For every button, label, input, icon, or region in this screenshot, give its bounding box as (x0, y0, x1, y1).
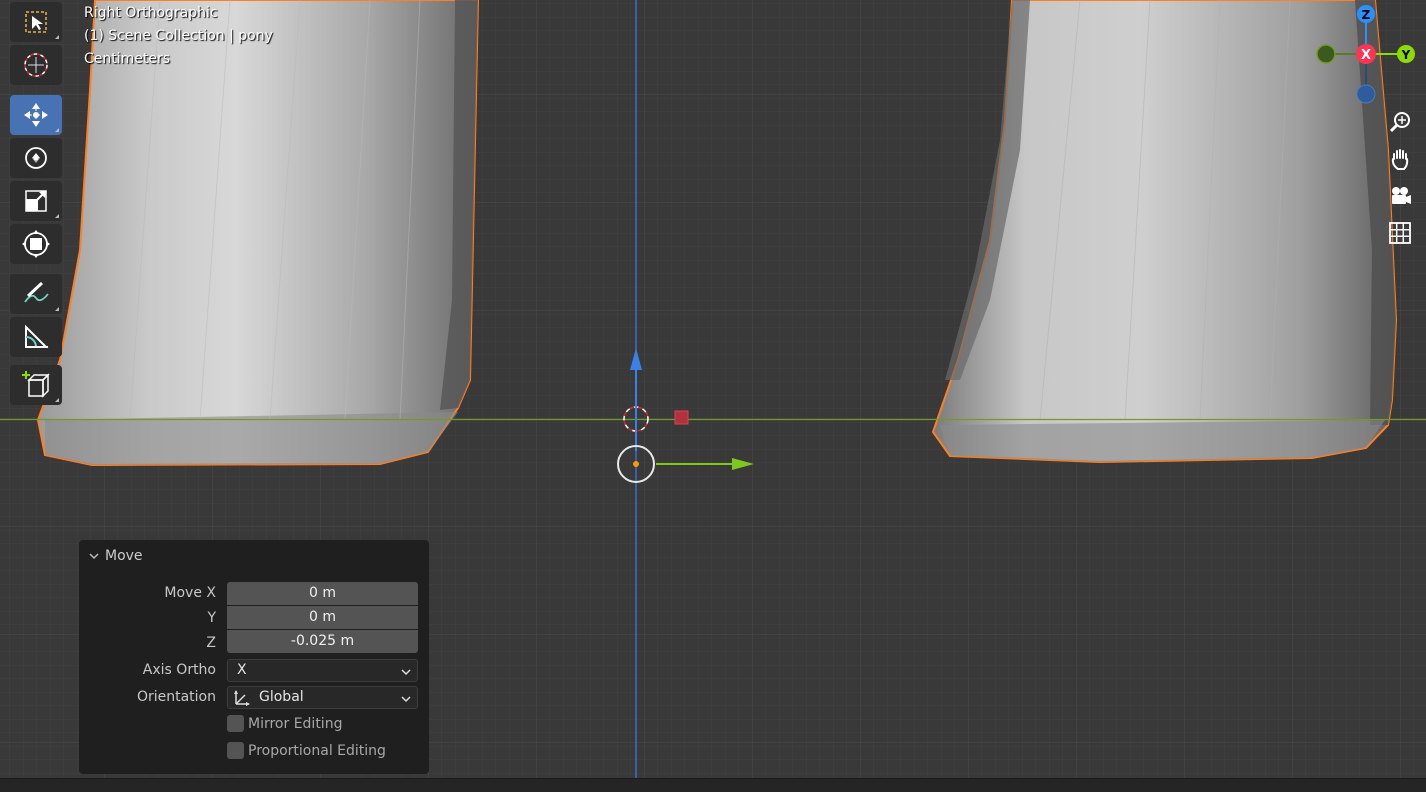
add-cube-icon (22, 371, 50, 398)
annotate-icon (24, 281, 49, 303)
ortho-toggle-button[interactable] (1384, 217, 1416, 249)
select-box-icon (25, 11, 47, 33)
y-axis-label: Y (1401, 48, 1411, 62)
orientation-axes-icon (234, 690, 250, 706)
move-icon (24, 103, 48, 127)
move-tool[interactable] (10, 95, 62, 135)
navigation-gizmo[interactable]: Z X Y (1312, 0, 1422, 110)
units-label: Centimeters (84, 51, 171, 67)
last-operator-panel: Move Move X 0 m Y 0 m Z -0.025 m Axis Or… (79, 540, 429, 774)
view-name-label: Right Orthographic (84, 5, 218, 21)
mirror-editing-label: Mirror Editing (248, 715, 343, 732)
move-z-field[interactable]: -0.025 m (227, 630, 418, 653)
orientation-select[interactable]: Global (227, 686, 418, 709)
transform-icon (22, 230, 50, 258)
neg-y-axis-handle (1316, 44, 1336, 64)
x-axis-handle: X (1356, 44, 1376, 64)
z-axis-label: Z (1362, 8, 1371, 22)
x-axis-label: X (1361, 48, 1371, 63)
status-bar (0, 778, 1426, 792)
annotate-tool[interactable] (10, 274, 62, 314)
camera-icon (1392, 187, 1411, 204)
orientation-value: Global (259, 689, 304, 705)
axis-ortho-label: Axis Ortho (142, 662, 216, 678)
measure-tool[interactable] (10, 317, 62, 357)
transform-tool[interactable] (10, 224, 62, 264)
pan-button[interactable] (1384, 143, 1416, 175)
scale-icon (25, 190, 47, 212)
rotate-tool[interactable] (10, 138, 62, 178)
orientation-label: Orientation (136, 689, 216, 705)
panel-header[interactable]: Move (89, 548, 143, 564)
chevron-down-icon (401, 669, 411, 676)
axis-ortho-select[interactable]: X (227, 659, 418, 682)
move-x-field[interactable]: 0 m (227, 582, 418, 605)
light-handle (674, 410, 689, 425)
move-y-field[interactable]: 0 m (227, 606, 418, 629)
add-cube-tool[interactable] (10, 365, 62, 405)
scale-tool[interactable] (10, 181, 62, 221)
chevron-down-icon (401, 696, 411, 703)
move-y-label: Y (207, 610, 216, 626)
proportional-editing-checkbox[interactable]: Proportional Editing (227, 742, 386, 759)
measure-icon (25, 324, 49, 348)
mirror-editing-box[interactable] (227, 715, 244, 732)
y-axis-handle: Y (1397, 45, 1415, 63)
panel-title: Move (105, 548, 143, 564)
camera-view-button[interactable] (1384, 180, 1416, 212)
proportional-editing-box[interactable] (227, 742, 244, 759)
chevron-down-icon (89, 553, 99, 560)
select-box-tool[interactable] (10, 2, 62, 42)
move-z-label: Z (206, 635, 216, 651)
zoom-button[interactable] (1384, 106, 1416, 138)
rotate-icon (25, 147, 47, 169)
move-x-label: Move X (164, 585, 216, 601)
cursor-icon (24, 53, 48, 77)
3d-viewport[interactable]: Right Orthographic (1) Scene Collection … (0, 0, 1426, 792)
neg-z-axis-handle (1356, 84, 1376, 104)
zoom-icon (1389, 112, 1410, 133)
axis-ortho-value: X (237, 662, 247, 678)
left-leg-mesh (36, 0, 480, 467)
proportional-editing-label: Proportional Editing (248, 742, 386, 759)
collection-label: (1) Scene Collection | pony (84, 28, 273, 44)
mirror-editing-checkbox[interactable]: Mirror Editing (227, 715, 342, 732)
hand-pan-icon (1391, 149, 1409, 170)
cursor-tool[interactable] (10, 45, 62, 85)
grid-icon (1389, 222, 1411, 244)
z-axis-handle: Z (1357, 5, 1375, 23)
